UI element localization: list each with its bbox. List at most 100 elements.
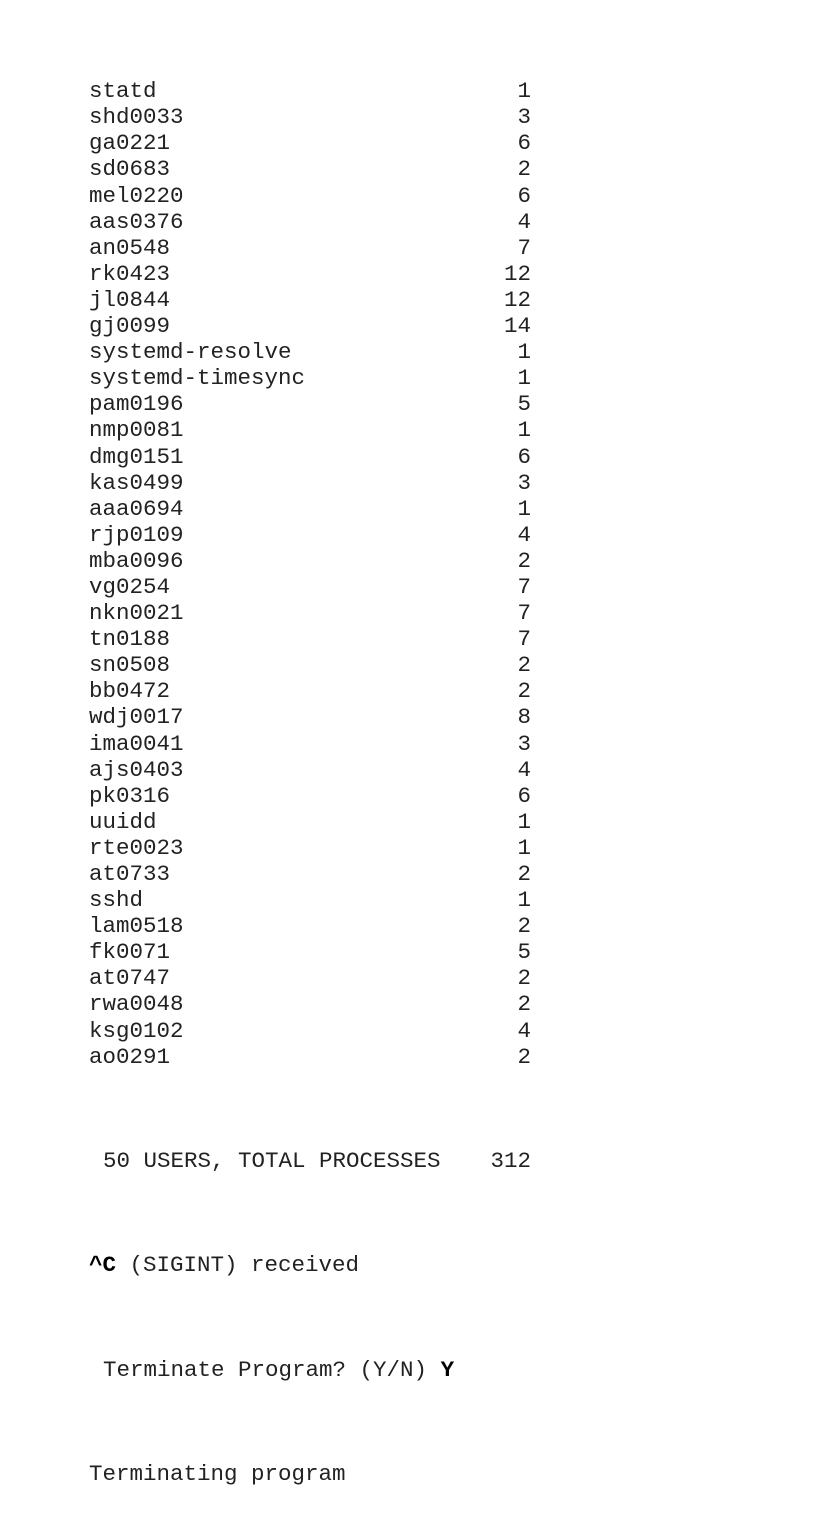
process-user: sd0683 [89, 156, 171, 183]
process-count: 3 [517, 469, 531, 496]
process-count: 1 [517, 887, 531, 914]
process-user: mba0096 [89, 547, 184, 574]
process-user: ao0291 [89, 1043, 171, 1070]
process-user: ajs0403 [89, 756, 184, 783]
terminate-prompt: Terminate Program? (Y/N) Y [89, 1357, 531, 1383]
process-count: 7 [517, 573, 531, 600]
process-list: statd 1 shd0033 3 ga0221 6 sd0683 2 mel0220 6 aas0… [89, 78, 531, 1070]
process-user: gj0099 [89, 313, 171, 340]
process-user: rwa0048 [89, 991, 184, 1018]
process-row: an0548 7 [89, 235, 531, 261]
process-count: 1 [517, 495, 531, 522]
process-user: shd0033 [89, 104, 184, 131]
process-count: 6 [517, 782, 531, 809]
summary-total: 312 [490, 1148, 531, 1175]
process-row: ima0041 3 [89, 731, 531, 757]
process-row: tn0188 7 [89, 626, 531, 652]
process-count: 2 [517, 678, 531, 705]
process-count: 2 [517, 913, 531, 940]
process-row: nkn0021 7 [89, 600, 531, 626]
process-count: 1 [517, 834, 531, 861]
process-user: systemd-resolve [89, 339, 292, 366]
process-count: 1 [517, 417, 531, 444]
process-row: gj0099 14 [89, 313, 531, 339]
process-row: sshd 1 [89, 887, 531, 913]
process-row: rk0423 12 [89, 261, 531, 287]
process-count: 1 [517, 365, 531, 392]
process-user: lam0518 [89, 913, 184, 940]
process-count: 12 [503, 260, 531, 287]
process-row: ajs0403 4 [89, 757, 531, 783]
process-row: dmg0151 6 [89, 444, 531, 470]
process-user: fk0071 [89, 939, 171, 966]
process-count: 2 [517, 991, 531, 1018]
process-count: 1 [517, 808, 531, 835]
process-user: at0747 [89, 965, 171, 992]
process-user: uuidd [89, 808, 157, 835]
process-count: 1 [517, 78, 531, 105]
process-user: ksg0102 [89, 1017, 184, 1044]
process-user: dmg0151 [89, 443, 184, 470]
process-count: 6 [517, 443, 531, 470]
process-row: statd 1 [89, 78, 531, 104]
process-user: nmp0081 [89, 417, 184, 444]
process-user: bb0472 [89, 678, 171, 705]
process-row: aas0376 4 [89, 209, 531, 235]
process-user: statd [89, 78, 157, 105]
process-count: 5 [517, 939, 531, 966]
process-count: 4 [517, 521, 531, 548]
process-count: 14 [503, 313, 531, 340]
process-count: 7 [517, 600, 531, 627]
process-count: 4 [517, 1017, 531, 1044]
process-row: kas0499 3 [89, 470, 531, 496]
process-count: 2 [517, 652, 531, 679]
process-row: systemd-timesync 1 [89, 365, 531, 391]
process-count: 2 [517, 965, 531, 992]
process-row: wdj0017 8 [89, 704, 531, 730]
signal-keys: ^C [89, 1252, 117, 1279]
process-user: pam0196 [89, 391, 184, 418]
process-count: 4 [517, 756, 531, 783]
process-count: 7 [517, 234, 531, 261]
process-user: sshd [89, 887, 144, 914]
summary-line: 50 USERS, TOTAL PROCESSES 312 [89, 1148, 531, 1174]
process-count: 2 [517, 547, 531, 574]
process-count: 3 [517, 104, 531, 131]
signal-message: (SIGINT) received [116, 1252, 360, 1279]
process-row: rte0023 1 [89, 835, 531, 861]
process-user: at0733 [89, 861, 171, 887]
process-user: ga0221 [89, 130, 171, 157]
process-count: 1 [517, 339, 531, 366]
process-row: pam0196 5 [89, 391, 531, 417]
process-user: sn0508 [89, 652, 171, 679]
summary-label: 50 USERS, TOTAL PROCESSES [103, 1148, 441, 1175]
process-row: rjp0109 4 [89, 522, 531, 548]
process-row: mba0096 2 [89, 548, 531, 574]
process-user: rjp0109 [89, 521, 184, 548]
prompt-answer[interactable]: Y [441, 1357, 455, 1383]
process-row: lam0518 2 [89, 913, 531, 939]
process-row: bb0472 2 [89, 678, 531, 704]
process-count: 7 [517, 626, 531, 653]
process-count: 2 [517, 861, 531, 887]
process-count: 2 [517, 156, 531, 183]
process-row: fk0071 5 [89, 939, 531, 965]
process-user: rk0423 [89, 260, 171, 287]
terminal-output: statd 1 shd0033 3 ga0221 6 sd0683 2 mel0220 6 aas0… [89, 26, 531, 1513]
process-row: ao0291 2 [89, 1044, 531, 1070]
process-row: rwa0048 2 [89, 991, 531, 1017]
process-user: aaa0694 [89, 495, 184, 522]
process-count: 3 [517, 730, 531, 757]
process-user: pk0316 [89, 782, 171, 809]
process-count: 12 [503, 286, 531, 313]
process-row: shd0033 3 [89, 104, 531, 130]
process-row: jl0844 12 [89, 287, 531, 313]
signal-line: ^C (SIGINT) received [89, 1252, 531, 1278]
process-row: sd0683 2 [89, 156, 531, 182]
process-row: at0733 2 [89, 861, 531, 887]
process-user: jl0844 [89, 286, 171, 313]
process-user: kas0499 [89, 469, 184, 496]
process-row: uuidd 1 [89, 809, 531, 835]
status-line: Terminating program [89, 1461, 346, 1488]
process-row: systemd-resolve 1 [89, 339, 531, 365]
